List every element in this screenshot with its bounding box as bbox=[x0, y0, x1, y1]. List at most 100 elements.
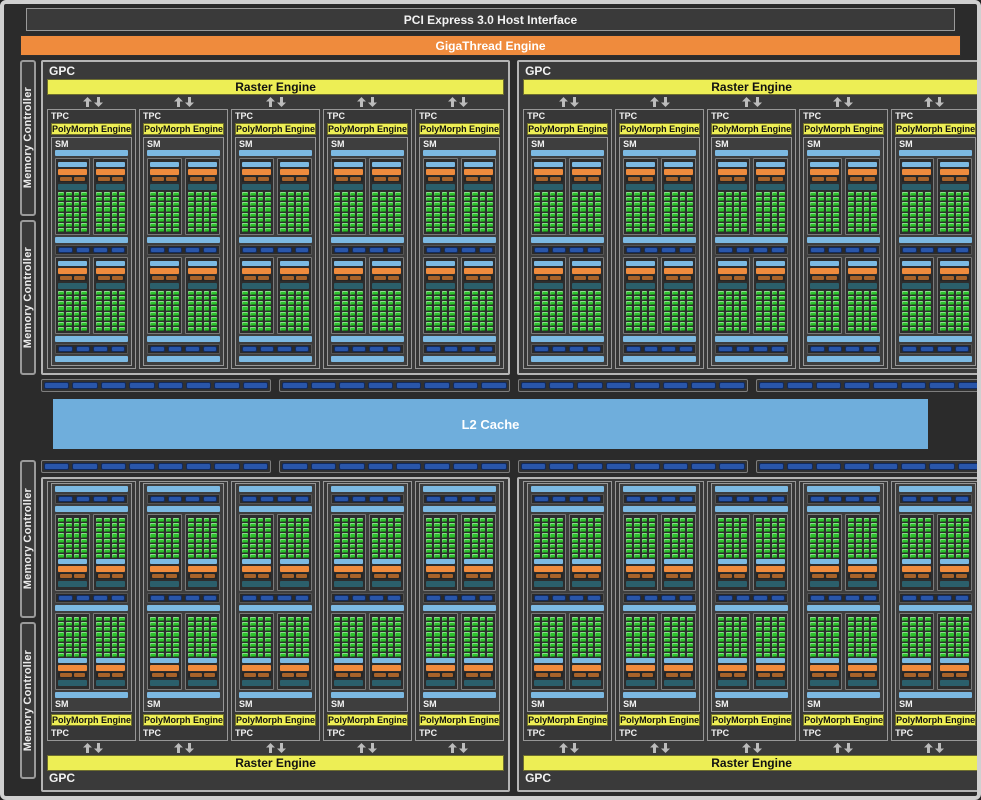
tpc-row: SM PolyMorph Engine TPC SM PolyMorph Engine T… bbox=[523, 481, 977, 741]
cuda-core bbox=[671, 647, 678, 652]
cuda-core bbox=[817, 212, 824, 217]
cuda-core bbox=[871, 642, 878, 647]
processing-block bbox=[531, 158, 567, 235]
cuda-core bbox=[464, 202, 470, 207]
processing-block bbox=[623, 514, 659, 591]
cuda-core bbox=[947, 637, 954, 642]
instruction-cache-bar bbox=[147, 692, 221, 698]
cuda-core bbox=[725, 642, 732, 647]
cuda-core bbox=[81, 316, 88, 321]
cuda-core bbox=[81, 311, 88, 316]
cuda-core bbox=[58, 647, 64, 652]
cuda-core bbox=[58, 652, 64, 657]
cuda-core bbox=[287, 192, 294, 197]
cuda-core bbox=[379, 207, 386, 212]
cuda-core bbox=[955, 548, 962, 553]
cuda-core bbox=[725, 197, 732, 202]
cuda-core bbox=[357, 192, 364, 197]
cuda-core bbox=[441, 533, 448, 538]
cuda-core bbox=[287, 627, 294, 632]
cuda-core bbox=[579, 321, 586, 326]
cuda-core bbox=[479, 321, 486, 326]
cuda-core bbox=[242, 311, 248, 316]
dispatch-units bbox=[280, 573, 310, 579]
cuda-core bbox=[572, 622, 578, 627]
cuda-core bbox=[679, 652, 686, 657]
cuda-core bbox=[257, 326, 264, 331]
cuda-core bbox=[103, 321, 110, 326]
cuda-core bbox=[157, 291, 164, 296]
cuda-core bbox=[649, 291, 656, 296]
cuda-core bbox=[195, 543, 202, 548]
cuda-core bbox=[372, 553, 378, 558]
up-down-arrows-icon bbox=[265, 743, 286, 753]
dispatch-unit bbox=[720, 276, 732, 280]
cuda-core bbox=[349, 553, 356, 558]
cuda-core bbox=[173, 311, 180, 316]
tpc-row: TPC PolyMorph Engine SM TPC PolyMorph Engine… bbox=[47, 109, 505, 369]
cuda-core bbox=[242, 642, 248, 647]
instruction-buffer-bar bbox=[810, 658, 840, 663]
cuda-core bbox=[471, 642, 478, 647]
dispatch-unit bbox=[904, 177, 916, 181]
cuda-core bbox=[633, 202, 640, 207]
cuda-core bbox=[58, 207, 64, 212]
cuda-core bbox=[379, 217, 386, 222]
cuda-core bbox=[58, 217, 64, 222]
cuda-core bbox=[633, 212, 640, 217]
register-file-bar bbox=[572, 581, 602, 587]
cuda-core bbox=[280, 518, 286, 523]
cuda-core bbox=[349, 311, 356, 316]
cuda-core bbox=[902, 652, 908, 657]
cuda-core bbox=[119, 301, 126, 306]
cuda-core bbox=[679, 647, 686, 652]
cuda-core bbox=[426, 617, 432, 622]
cuda-core bbox=[664, 291, 670, 296]
instruction-cache-bar bbox=[715, 150, 789, 156]
cuda-core bbox=[464, 301, 470, 306]
cuda-core bbox=[150, 647, 156, 652]
rop-unit bbox=[872, 382, 898, 389]
cuda-core bbox=[917, 316, 924, 321]
cuda-core bbox=[58, 523, 64, 528]
dispatch-units bbox=[464, 275, 494, 281]
dispatch-unit bbox=[812, 276, 824, 280]
cuda-core bbox=[741, 197, 748, 202]
cuda-core bbox=[626, 207, 632, 212]
cuda-core bbox=[464, 217, 470, 222]
cuda-core bbox=[464, 321, 470, 326]
instruction-buffer-bar bbox=[426, 162, 456, 167]
cuda-core bbox=[349, 652, 356, 657]
cuda-core bbox=[150, 217, 156, 222]
cuda-core bbox=[242, 637, 248, 642]
cuda-core bbox=[119, 212, 126, 217]
cuda-core bbox=[65, 518, 72, 523]
cuda-core bbox=[471, 617, 478, 622]
cuda-core bbox=[541, 523, 548, 528]
cuda-core bbox=[848, 306, 854, 311]
register-file-bar bbox=[664, 581, 694, 587]
texture-cache-bar bbox=[531, 237, 605, 243]
cuda-core bbox=[195, 207, 202, 212]
warp-scheduler-bar bbox=[940, 169, 970, 175]
cuda-core bbox=[441, 553, 448, 558]
cuda-core bbox=[863, 622, 870, 627]
cuda-core bbox=[771, 197, 778, 202]
cuda-core bbox=[349, 197, 356, 202]
cuda-core bbox=[81, 632, 88, 637]
cuda-core bbox=[479, 637, 486, 642]
cuda-core bbox=[295, 523, 302, 528]
cuda-core bbox=[863, 617, 870, 622]
dispatch-unit bbox=[628, 177, 640, 181]
instruction-cache-bar bbox=[531, 150, 605, 156]
cuda-core bbox=[103, 617, 110, 622]
cuda-core bbox=[549, 222, 556, 227]
rop-unit bbox=[929, 463, 955, 470]
dispatch-units bbox=[96, 573, 126, 579]
cuda-core bbox=[947, 217, 954, 222]
cuda-core bbox=[103, 207, 110, 212]
cuda-core-grid bbox=[664, 617, 694, 657]
cuda-core bbox=[679, 321, 686, 326]
ldst-sfu-unit bbox=[718, 595, 733, 601]
cuda-core bbox=[671, 528, 678, 533]
